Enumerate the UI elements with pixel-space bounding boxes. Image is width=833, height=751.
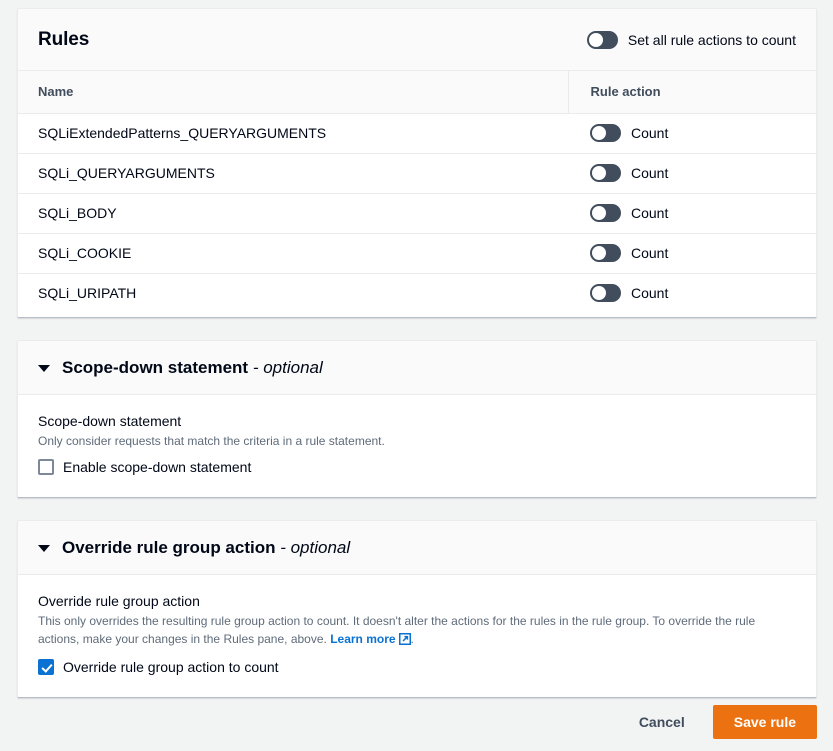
external-link-icon[interactable] [398, 632, 411, 650]
rules-table-head: Name Rule action [18, 71, 816, 114]
column-header-rule-action: Rule action [567, 71, 816, 114]
save-rule-button[interactable]: Save rule [712, 705, 817, 739]
override-section-body: Override rule group action This only ove… [18, 575, 816, 697]
cancel-button[interactable]: Cancel [629, 706, 695, 738]
rule-name-cell: SQLi_URIPATH [38, 285, 137, 302]
scope-down-section-title: Scope-down statement - optional [62, 358, 323, 378]
rule-action-cell: Count [568, 233, 816, 274]
page-root: Rules Set all rule actions to count Name… [0, 0, 833, 751]
chevron-down-icon[interactable] [38, 365, 50, 372]
rule-action-label: Count [631, 245, 669, 261]
table-row: SQLi_COOKIE Count [18, 233, 816, 274]
table-header-row: Name Rule action [18, 71, 816, 114]
rule-action-toggle[interactable] [590, 164, 621, 182]
override-description-suffix: . [410, 632, 414, 646]
table-row: SQLi_URIPATH Count [18, 273, 816, 313]
override-description-text: This only overrides the resulting rule g… [38, 614, 756, 646]
rule-action-label: Count [631, 205, 669, 221]
enable-scope-down-checkbox-label: Enable scope-down statement [63, 459, 252, 475]
rule-action-toggle[interactable] [590, 244, 621, 262]
rule-action-cell: Count [568, 193, 816, 234]
scope-down-field-description: Only consider requests that match the cr… [38, 434, 385, 448]
override-rule-group-checkbox[interactable] [38, 659, 54, 675]
toggle-knob [592, 126, 606, 140]
scope-down-section-header[interactable]: Scope-down statement - optional [18, 341, 816, 395]
set-all-actions-toggle-group[interactable]: Set all rule actions to count [586, 30, 796, 49]
rule-action-cell: Count [568, 153, 816, 194]
toggle-knob [592, 166, 606, 180]
rule-action-toggle[interactable] [590, 124, 621, 142]
rules-panel: Rules Set all rule actions to count Name… [17, 8, 817, 318]
rule-name-cell: SQLi_QUERYARGUMENTS [18, 153, 568, 194]
rule-name-cell: SQLi_BODY [18, 193, 568, 234]
rule-action-label: Count [631, 165, 669, 181]
rule-action-group[interactable]: Count [590, 204, 796, 222]
override-field-description: This only overrides the resulting rule g… [38, 612, 796, 650]
rule-action-label: Count [631, 285, 669, 302]
table-row: SQLi_QUERYARGUMENTS Count [18, 153, 816, 194]
override-title-text: Override rule group action [62, 537, 276, 557]
scope-down-section-body: Scope-down statement Only consider reque… [18, 395, 816, 497]
rules-table: Name Rule action SQLiExtendedPatterns_QU… [18, 71, 816, 313]
table-row: SQLi_BODY Count [18, 193, 816, 234]
form-actions-footer: Cancel Save rule [629, 705, 817, 739]
rule-action-group[interactable]: Count [590, 124, 796, 142]
rule-name-cell: SQLiExtendedPatterns_QUERYARGUMENTS [18, 113, 568, 154]
enable-scope-down-checkbox-row[interactable]: Enable scope-down statement [38, 459, 796, 475]
scope-down-optional-text: - optional [248, 357, 323, 377]
rules-panel-header: Rules Set all rule actions to count [18, 9, 816, 71]
rule-action-cell: Count [568, 273, 816, 313]
toggle-knob [588, 32, 603, 47]
rule-action-group[interactable]: Count [590, 244, 796, 262]
override-rule-group-checkbox-row[interactable]: Override rule group action to count [38, 659, 796, 675]
rule-action-cell: Count [568, 113, 816, 154]
column-header-name: Name [18, 71, 568, 114]
set-all-rule-actions-label: Set all rule actions to count [627, 31, 796, 48]
rule-action-toggle[interactable] [590, 204, 621, 222]
toggle-knob [592, 246, 606, 260]
override-optional-text: - optional [275, 537, 351, 557]
rule-name-cell: SQLi_COOKIE [18, 233, 568, 274]
set-all-rule-actions-toggle[interactable] [586, 30, 618, 49]
scope-down-title-text: Scope-down statement [62, 357, 249, 377]
rule-action-toggle[interactable] [590, 284, 621, 303]
override-section-header[interactable]: Override rule group action - optional [18, 521, 816, 575]
toggle-knob [592, 286, 606, 301]
page-title: Rules [38, 28, 90, 50]
rule-action-group[interactable]: Count [590, 164, 796, 182]
enable-scope-down-checkbox[interactable] [38, 459, 54, 475]
rule-action-group[interactable]: Count [590, 284, 796, 303]
rules-table-body: SQLiExtendedPatterns_QUERYARGUMENTS Coun… [18, 113, 816, 313]
override-rule-group-checkbox-label: Override rule group action to count [63, 659, 279, 675]
toggle-knob [592, 206, 606, 220]
rule-action-label: Count [631, 125, 669, 141]
scope-down-field-label: Scope-down statement [38, 413, 182, 429]
chevron-down-icon[interactable] [38, 545, 50, 552]
table-row: SQLiExtendedPatterns_QUERYARGUMENTS Coun… [18, 113, 816, 154]
override-section-title: Override rule group action - optional [62, 538, 350, 558]
scope-down-panel: Scope-down statement - optional Scope-do… [17, 340, 817, 498]
override-field-label: Override rule group action [38, 593, 200, 609]
override-rule-group-action-panel: Override rule group action - optional Ov… [17, 520, 817, 698]
learn-more-link[interactable]: Learn more [330, 632, 395, 646]
